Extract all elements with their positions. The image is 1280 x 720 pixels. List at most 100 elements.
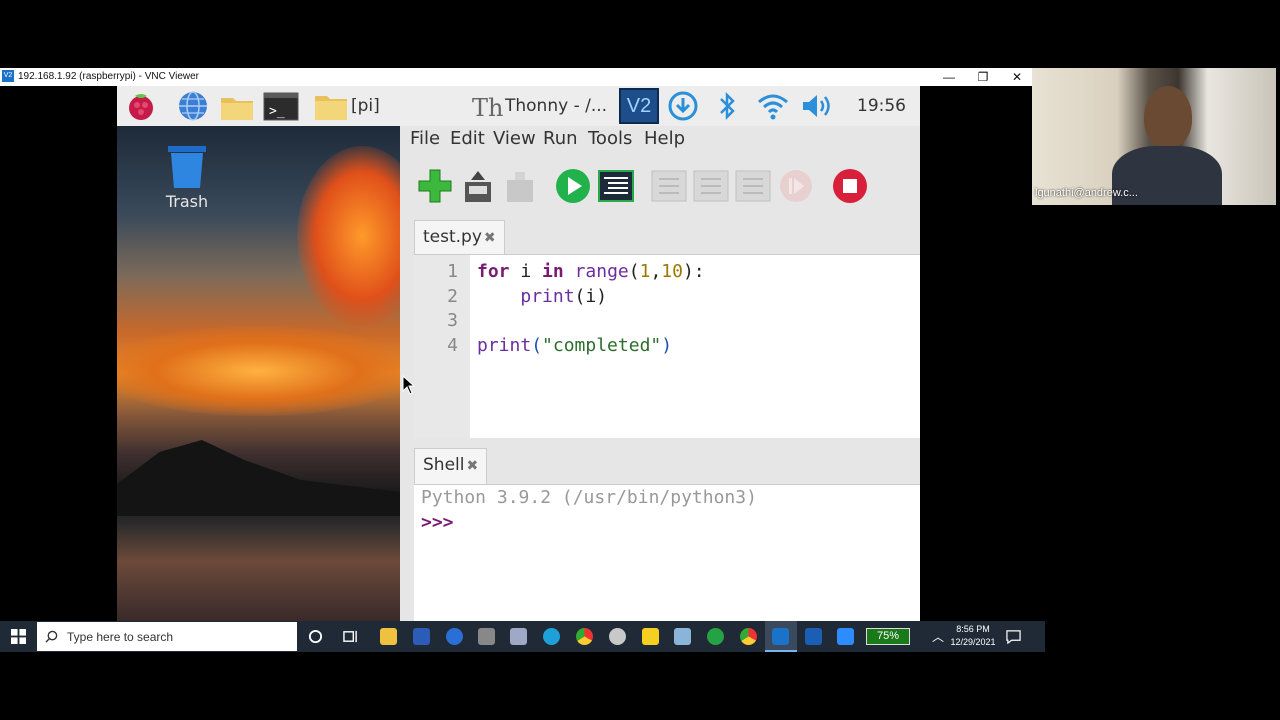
menu-tools[interactable]: Tools (588, 128, 632, 149)
code-text: ) (661, 335, 673, 356)
edge-icon[interactable] (543, 628, 560, 645)
participant-name: lgunathi@andrew.c... (1035, 187, 1138, 199)
keyword: in (542, 261, 564, 282)
number: 10 (661, 261, 683, 282)
powershell-icon[interactable] (805, 628, 822, 645)
trash-label[interactable]: Trash (157, 192, 217, 211)
chrome-profile-icon[interactable] (740, 628, 757, 645)
raspberry-menu-icon[interactable] (123, 90, 159, 122)
hangouts-icon[interactable] (707, 628, 724, 645)
menu-file[interactable]: File (410, 128, 440, 149)
chevron-up-icon[interactable]: ︿ (932, 628, 944, 645)
calculator-icon[interactable] (478, 628, 495, 645)
thonny-taskbar-label[interactable]: Thonny - /... (505, 96, 607, 116)
sticky-notes-icon[interactable] (642, 628, 659, 645)
line-number: 1 (447, 261, 458, 282)
browser-icon[interactable] (175, 90, 211, 122)
code-text: ): (682, 261, 705, 282)
shell-panel[interactable]: Python 3.9.2 (/usr/bin/python3) >>> (414, 484, 920, 621)
folder-icon[interactable] (313, 90, 349, 122)
word-icon[interactable] (413, 628, 430, 645)
code-text: (i) (574, 286, 608, 307)
volume-icon[interactable] (799, 90, 835, 122)
zoom-icon[interactable] (837, 628, 854, 645)
minimize-button[interactable]: — (932, 68, 966, 86)
close-button[interactable]: ✕ (1000, 68, 1034, 86)
step-over-icon[interactable] (651, 168, 687, 204)
code-editor[interactable]: 1 2 3 4 for i in range(1,10): print(i) p… (414, 254, 920, 439)
file-manager-icon[interactable] (219, 90, 255, 122)
webcam-video: lgunathi@andrew.c... (1032, 68, 1276, 205)
battery-meter[interactable]: 75% (866, 628, 910, 645)
task-view-icon[interactable] (343, 629, 358, 644)
number: 1 (639, 261, 651, 282)
app-icon[interactable] (674, 628, 691, 645)
r-icon[interactable] (446, 628, 463, 645)
terminal-icon[interactable]: >_ (263, 90, 299, 122)
taskbar-time[interactable]: 8:56 PM (952, 624, 994, 634)
trash-icon[interactable] (162, 140, 212, 190)
taskbar-search[interactable]: Type here to search (37, 622, 297, 651)
wifi-icon[interactable] (755, 90, 791, 122)
chrome-icon[interactable] (576, 628, 593, 645)
tab-shell[interactable]: Shell ✖ (414, 448, 488, 484)
close-tab-icon[interactable]: ✖ (484, 230, 496, 246)
line-number: 2 (447, 286, 458, 307)
save-file-icon[interactable] (501, 168, 537, 204)
keyword: for (477, 261, 510, 282)
notification-icon[interactable] (1006, 629, 1021, 644)
tab-test-py[interactable]: test.py ✖ (414, 220, 505, 254)
new-file-icon[interactable] (417, 168, 453, 204)
builtin: print (477, 335, 532, 356)
search-icon (45, 630, 58, 643)
menu-help[interactable]: Help (644, 128, 685, 149)
vnc-viewer-taskbar-item[interactable] (765, 621, 797, 652)
tab-label: Shell (423, 455, 465, 475)
svg-text:>_: >_ (269, 104, 285, 119)
code-text: i (509, 261, 543, 282)
code-line-4: print("completed") (477, 335, 672, 356)
menu-view[interactable]: View (493, 128, 536, 149)
run-icon[interactable] (555, 168, 591, 204)
string: "completed" (542, 335, 662, 356)
menu-run[interactable]: Run (543, 128, 578, 149)
panel-clock: 19:56 (857, 96, 906, 116)
shell-banner: Python 3.9.2 (/usr/bin/python3) (421, 487, 757, 508)
code-text: ( (628, 261, 640, 282)
person-head (1144, 86, 1192, 148)
step-out-icon[interactable] (735, 168, 771, 204)
code-line-1: for i in range(1,10): (477, 261, 705, 282)
resume-icon[interactable] (778, 168, 814, 204)
rpi-top-panel: >_ [pi] Th Thonny - /... V2 19:56 (117, 86, 920, 126)
menu-edit[interactable]: Edit (450, 128, 485, 149)
vnc-titlebar: V2 192.168.1.92 (raspberrypi) - VNC View… (0, 68, 1032, 86)
desktop-wallpaper: Trash (117, 126, 427, 621)
step-into-icon[interactable] (693, 168, 729, 204)
line-number-gutter: 1 2 3 4 (414, 255, 470, 439)
vnc-viewer-icon (772, 628, 789, 645)
load-file-icon[interactable] (459, 168, 495, 204)
close-tab-icon[interactable]: ✖ (466, 458, 478, 474)
thonny-icon[interactable]: Th (469, 90, 505, 122)
download-icon[interactable] (665, 90, 701, 122)
windows-start-icon[interactable] (11, 629, 26, 644)
debug-icon[interactable] (598, 168, 634, 204)
vnc-logo-icon: V2 (2, 70, 14, 82)
stop-icon[interactable] (832, 168, 868, 204)
svg-text:Th: Th (472, 94, 503, 122)
search-placeholder: Type here to search (67, 630, 174, 644)
restore-button[interactable]: ❐ (966, 68, 1000, 86)
cortana-icon[interactable] (308, 629, 323, 644)
settings-app-icon[interactable] (609, 628, 626, 645)
app-icon[interactable] (510, 628, 527, 645)
line-number: 4 (447, 335, 458, 356)
taskbar-date[interactable]: 12/29/2021 (948, 637, 998, 647)
bluetooth-icon[interactable] (709, 90, 745, 122)
code-line-2: print(i) (477, 286, 607, 307)
folder-taskbar-label[interactable]: [pi] (351, 96, 380, 116)
file-explorer-icon[interactable] (380, 628, 397, 645)
shell-prompt[interactable]: >>> (421, 512, 454, 533)
vnc-server-icon[interactable]: V2 (619, 88, 659, 124)
vnc-window-title: 192.168.1.92 (raspberrypi) - VNC Viewer (18, 71, 200, 82)
